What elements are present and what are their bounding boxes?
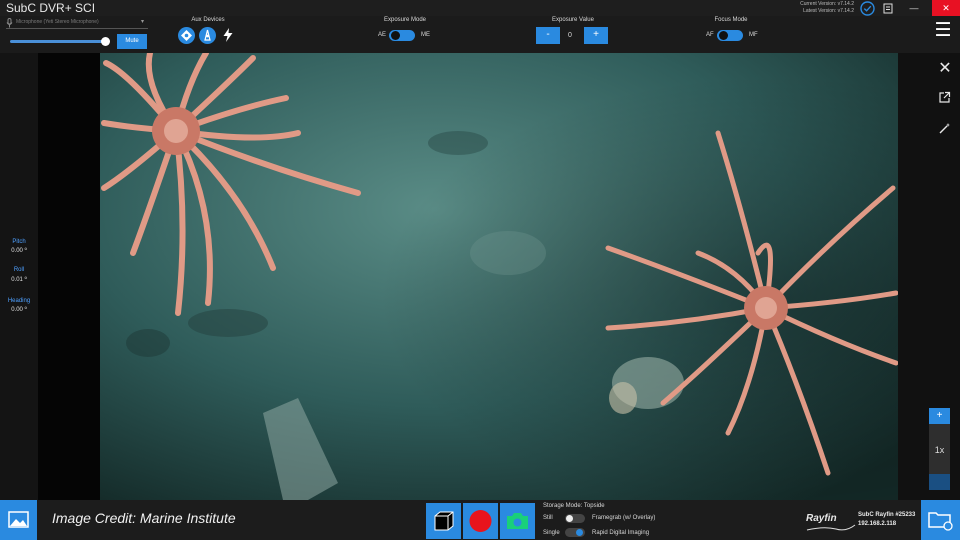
zoom-level: 1x bbox=[934, 445, 945, 455]
close-window-button[interactable]: ✕ bbox=[932, 0, 960, 16]
version-info: Current Version: v7.14.2 Latest Version:… bbox=[760, 1, 854, 15]
minimize-button[interactable]: — bbox=[900, 0, 928, 16]
aux-devices-label: Aux Devices bbox=[191, 17, 225, 23]
rayfin-logo-swoosh bbox=[806, 524, 856, 531]
storage-mode: Storage Mode: Topside bbox=[543, 503, 605, 509]
record-button[interactable] bbox=[463, 503, 498, 539]
heading-label: Heading bbox=[7, 298, 31, 304]
focus-af-label: AF bbox=[706, 32, 714, 38]
volume-slider-thumb[interactable] bbox=[101, 37, 110, 46]
heading-value: 0.00 º bbox=[11, 307, 27, 313]
hamburger-menu-icon[interactable]: ☰ bbox=[926, 16, 960, 45]
rayfin-logo: Rayfin bbox=[806, 513, 837, 524]
magic-wand-icon[interactable] bbox=[938, 122, 951, 135]
roll-label: Roll bbox=[13, 267, 25, 273]
focus-mf-label: MF bbox=[749, 32, 758, 38]
aux-laser-button[interactable] bbox=[199, 27, 216, 44]
exposure-ae-label: AE bbox=[378, 32, 387, 38]
exposure-value-label: Exposure Value bbox=[552, 17, 594, 23]
close-icon[interactable]: ✕ bbox=[931, 58, 959, 78]
aux-light-button[interactable] bbox=[178, 27, 195, 44]
microphone-placeholder: Microphone (Yeti Stereo Microphone) bbox=[16, 19, 99, 25]
diamond-light-icon bbox=[181, 30, 192, 41]
flash-icon[interactable] bbox=[222, 28, 234, 42]
single-label: Single bbox=[543, 530, 560, 536]
device-ip: 192.168.2.118 bbox=[858, 521, 897, 527]
pitch-value: 0.00 º bbox=[11, 248, 27, 254]
microphone-select[interactable]: Microphone (Yeti Stereo Microphone) ▾ bbox=[6, 18, 148, 29]
record-icon bbox=[469, 510, 492, 532]
exposure-me-label: ME bbox=[421, 32, 430, 38]
current-version: Current Version: v7.14.2 bbox=[800, 1, 854, 7]
app-title: SubC DVR+ SCI bbox=[6, 1, 96, 15]
laser-icon bbox=[204, 29, 211, 41]
volume-slider[interactable] bbox=[10, 40, 106, 43]
open-folder-button[interactable] bbox=[921, 500, 960, 540]
sensor-panel: Pitch 0.00 º Roll 0.01 º Heading 0.00 º bbox=[0, 53, 38, 500]
exposure-decrease-button[interactable]: - bbox=[536, 27, 560, 44]
video-feed[interactable] bbox=[38, 53, 898, 500]
update-check-icon[interactable] bbox=[860, 1, 875, 16]
single-rapid-toggle[interactable] bbox=[565, 528, 585, 537]
title-bar: SubC DVR+ SCI Current Version: v7.14.2 L… bbox=[0, 0, 960, 16]
snapshot-button[interactable] bbox=[500, 503, 535, 539]
zoom-in-button[interactable]: + bbox=[929, 408, 950, 424]
folder-settings-icon bbox=[928, 512, 953, 531]
latest-version: Latest Version: v7.14.2 bbox=[803, 8, 854, 14]
rapid-imaging-label: Rapid Digital Imaging bbox=[592, 530, 650, 536]
microphone-icon bbox=[6, 18, 13, 28]
cube-icon bbox=[434, 511, 454, 531]
exposure-value: 0 bbox=[568, 32, 572, 39]
framegrab-label: Framegrab (w/ Overlay) bbox=[592, 515, 656, 521]
exposure-mode-toggle[interactable] bbox=[389, 30, 415, 41]
gallery-button[interactable] bbox=[0, 500, 37, 540]
focus-mode-label: Focus Mode bbox=[714, 17, 748, 23]
camera-icon bbox=[507, 513, 528, 529]
still-framegrab-toggle[interactable] bbox=[565, 514, 585, 523]
device-info: SubC Rayfin #25233 192.168.2.118 bbox=[858, 511, 915, 529]
exposure-increase-button[interactable]: + bbox=[584, 27, 608, 44]
focus-mode-toggle[interactable] bbox=[717, 30, 743, 41]
capture-3d-button[interactable] bbox=[426, 503, 461, 539]
seafloor-video-image bbox=[100, 53, 898, 500]
mute-button[interactable]: Mute bbox=[117, 34, 147, 49]
zoom-out-button[interactable] bbox=[929, 474, 950, 490]
notes-icon[interactable] bbox=[883, 3, 893, 14]
popout-icon[interactable] bbox=[938, 91, 951, 104]
device-name: SubC Rayfin #25233 bbox=[858, 512, 916, 518]
roll-value: 0.01 º bbox=[11, 277, 27, 283]
still-label: Still bbox=[543, 515, 553, 521]
chevron-down-icon: ▾ bbox=[141, 19, 145, 25]
image-credit: Image Credit: Marine Institute bbox=[52, 510, 236, 526]
image-gallery-icon bbox=[8, 511, 29, 528]
exposure-mode-label: Exposure Mode bbox=[383, 17, 427, 23]
pitch-label: Pitch bbox=[12, 239, 26, 245]
